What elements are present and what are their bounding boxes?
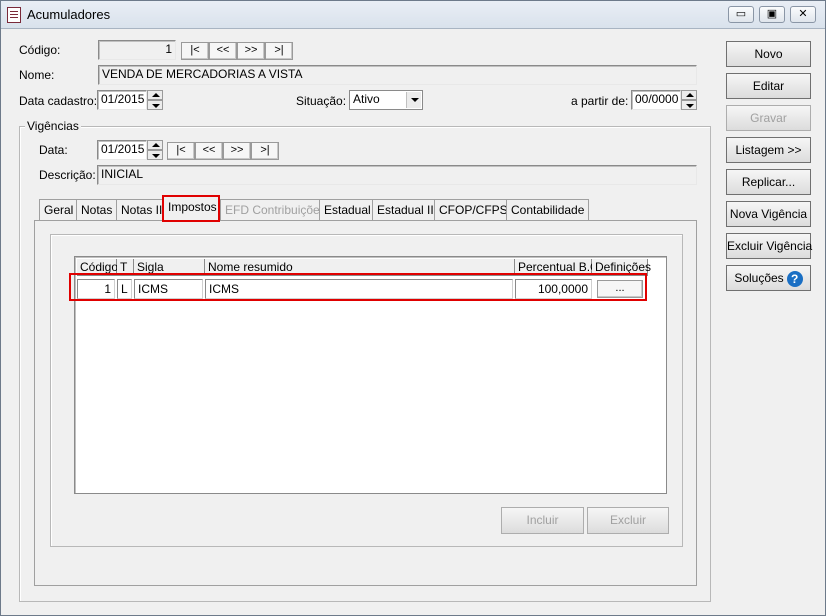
- a-partir-input[interactable]: 00/0000: [631, 90, 681, 110]
- a-partir-spinner[interactable]: [681, 90, 697, 110]
- first-record-button[interactable]: |<: [181, 42, 209, 60]
- a-partir-label: a partir de:: [571, 94, 629, 108]
- impostos-grid[interactable]: Código T Sigla Nome resumido Percentual …: [74, 256, 667, 494]
- incluir-button[interactable]: Incluir: [501, 507, 584, 534]
- situacao-select[interactable]: Ativo: [349, 90, 423, 110]
- vigencia-first-button[interactable]: |<: [167, 142, 195, 160]
- spin-down-icon[interactable]: [147, 150, 163, 160]
- next-record-button[interactable]: >>: [237, 42, 265, 60]
- descricao-input[interactable]: INICIAL: [97, 165, 697, 185]
- excluir-vigencia-button[interactable]: Excluir Vigência: [726, 233, 812, 259]
- situacao-value: Ativo: [353, 92, 380, 106]
- col-header-t[interactable]: T: [117, 259, 134, 276]
- tab-impostos[interactable]: Impostos: [163, 196, 219, 222]
- spin-up-icon[interactable]: [147, 140, 163, 150]
- vigencia-next-button[interactable]: >>: [223, 142, 251, 160]
- solucoes-label: Soluções: [734, 271, 784, 285]
- tab-contabilidade[interactable]: Contabilidade: [506, 199, 590, 221]
- col-header-codigo[interactable]: Código: [77, 259, 118, 276]
- close-button[interactable]: ✕: [790, 6, 816, 23]
- excluir-button[interactable]: Excluir: [587, 507, 669, 534]
- vigencia-previous-button[interactable]: <<: [195, 142, 223, 160]
- tab-estadual[interactable]: Estadual: [319, 199, 376, 221]
- gravar-button[interactable]: Gravar: [726, 105, 811, 131]
- col-header-percentual-bc[interactable]: Percentual B.C.: [515, 259, 602, 276]
- cell-sigla[interactable]: ICMS: [134, 279, 203, 299]
- novo-button[interactable]: Novo: [726, 41, 811, 67]
- editar-button[interactable]: Editar: [726, 73, 811, 99]
- codigo-label: Código:: [19, 43, 61, 57]
- tab-notas-ii[interactable]: Notas II: [116, 199, 168, 221]
- codigo-input[interactable]: 1: [98, 40, 176, 60]
- cell-nome-resumido[interactable]: ICMS: [205, 279, 513, 299]
- spin-down-icon[interactable]: [681, 100, 697, 110]
- vigencias-title: Vigências: [25, 119, 81, 133]
- vigencia-data-label: Data:: [39, 143, 68, 157]
- data-cadastro-label: Data cadastro:: [19, 94, 98, 108]
- nome-input[interactable]: VENDA DE MERCADORIAS A VISTA: [98, 65, 697, 85]
- nova-vigencia-button[interactable]: Nova Vigência: [726, 201, 811, 227]
- col-header-sigla[interactable]: Sigla: [134, 259, 205, 276]
- replicar-button[interactable]: Replicar...: [726, 169, 811, 195]
- descricao-label: Descrição:: [39, 168, 96, 182]
- solucoes-button[interactable]: Soluções?: [726, 265, 811, 291]
- cell-codigo[interactable]: 1: [77, 279, 115, 299]
- vigencia-data-input[interactable]: 01/2015: [97, 140, 147, 160]
- window-title: Acumuladores: [27, 7, 111, 22]
- tab-cfop-cfps[interactable]: CFOP/CFPS: [434, 199, 513, 221]
- help-icon: ?: [786, 270, 803, 287]
- spin-down-icon[interactable]: [147, 100, 163, 110]
- last-record-button[interactable]: >|: [265, 42, 293, 60]
- acumuladores-window: Acumuladores ▭ ▣ ✕ Código: 1 |< << >> >|…: [0, 0, 826, 616]
- situacao-label: Situação:: [296, 94, 347, 108]
- chevron-down-icon[interactable]: [406, 92, 421, 108]
- restore-button[interactable]: ▣: [759, 6, 785, 23]
- data-cadastro-input[interactable]: 01/2015: [97, 90, 147, 110]
- title-bar: Acumuladores ▭ ▣ ✕: [1, 1, 825, 29]
- spin-up-icon[interactable]: [147, 90, 163, 100]
- listagem-button[interactable]: Listagem >>: [726, 137, 811, 163]
- tab-geral[interactable]: Geral: [39, 199, 79, 221]
- app-document-icon: [7, 7, 21, 23]
- vigencia-last-button[interactable]: >|: [251, 142, 279, 160]
- cell-t[interactable]: L: [117, 279, 132, 299]
- cell-percentual-bc[interactable]: 100,0000: [515, 279, 592, 299]
- col-header-definicoes[interactable]: Definições: [592, 259, 651, 276]
- previous-record-button[interactable]: <<: [209, 42, 237, 60]
- col-header-nome-resumido[interactable]: Nome resumido: [205, 259, 515, 276]
- vigencia-data-spinner[interactable]: [147, 140, 163, 160]
- minimize-button[interactable]: ▭: [728, 6, 754, 23]
- nome-label: Nome:: [19, 68, 55, 82]
- tab-efd-contribuicoes[interactable]: EFD Contribuições: [220, 199, 331, 221]
- spin-up-icon[interactable]: [681, 90, 697, 100]
- definicoes-button[interactable]: ...: [597, 280, 643, 298]
- data-cadastro-spinner[interactable]: [147, 90, 163, 110]
- tab-notas[interactable]: Notas: [76, 199, 118, 221]
- tab-estadual-ii[interactable]: Estadual II: [372, 199, 439, 221]
